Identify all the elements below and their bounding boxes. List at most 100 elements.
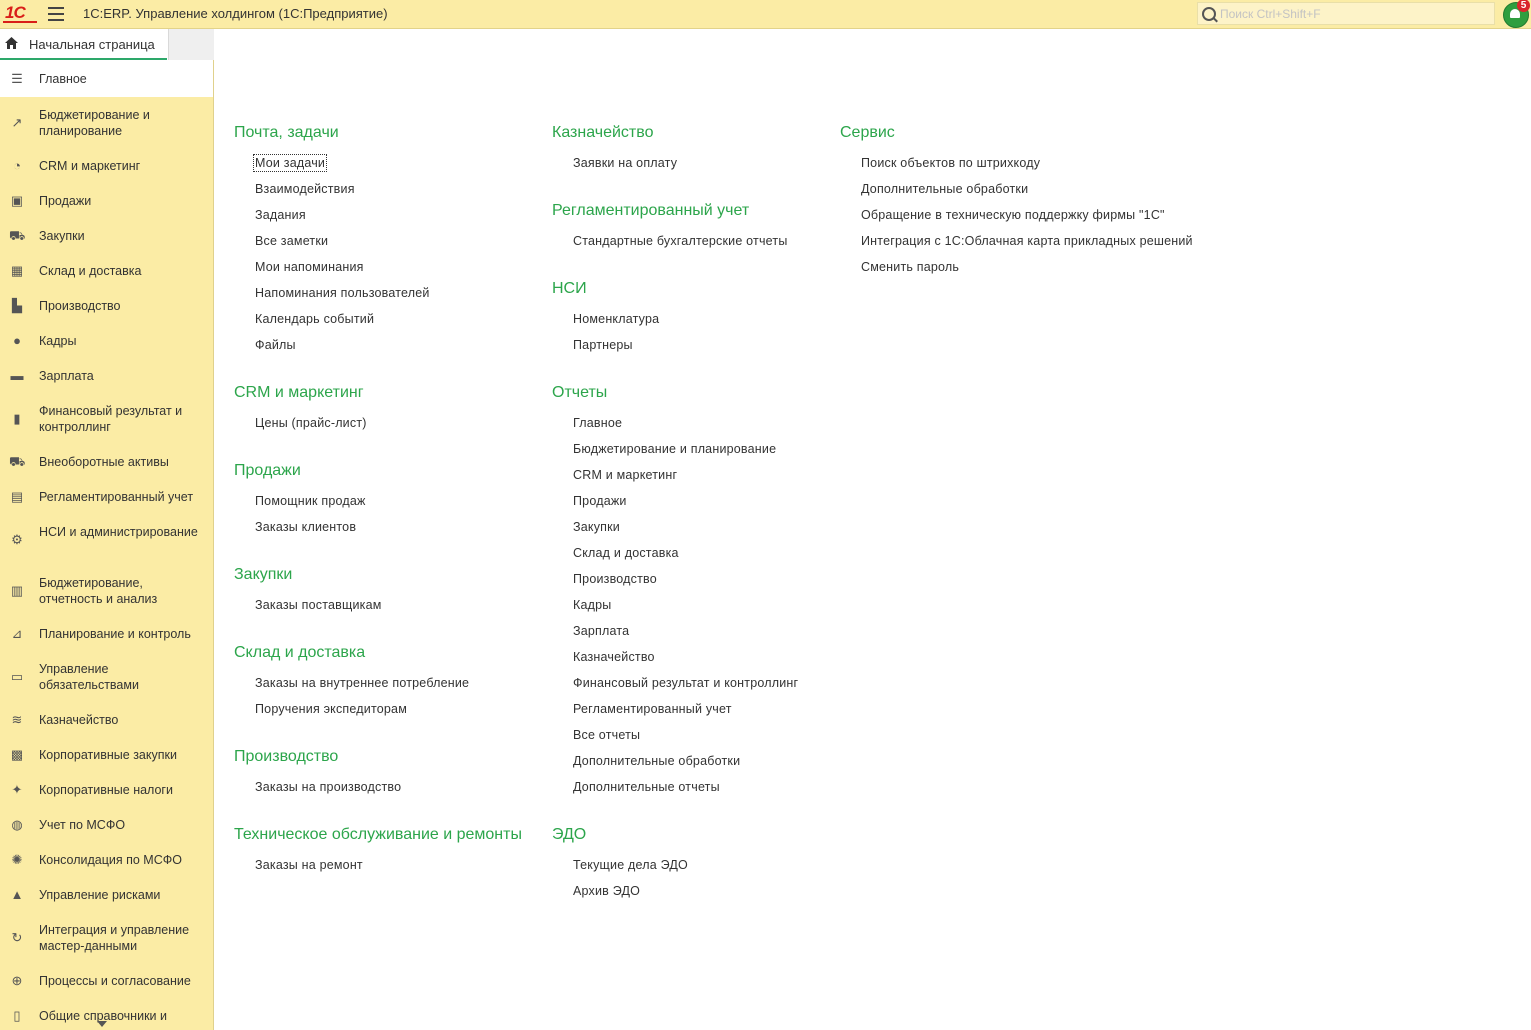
nav-link[interactable]: Казначейство [573, 650, 655, 664]
nav-link[interactable]: Заявки на оплату [573, 156, 677, 170]
nav-link[interactable]: Интеграция с 1С:Облачная карта прикладны… [861, 234, 1193, 248]
nav-link[interactable]: Мои напоминания [255, 260, 364, 274]
sidebar-item[interactable]: ▮ Финансовый результат и контроллинг [0, 393, 213, 444]
nav-link[interactable]: Зарплата [573, 624, 629, 638]
section-title: Производство [234, 748, 339, 765]
nav-link[interactable]: Заказы клиентов [255, 520, 356, 534]
sidebar-item-label: Общие справочники и [39, 1009, 167, 1023]
warehouse-icon: ▦ [10, 263, 24, 278]
nav-link[interactable]: Поиск объектов по штрихкоду [861, 156, 1040, 170]
nav-link[interactable]: Номенклатура [573, 312, 659, 326]
sidebar-scroll-down-icon[interactable] [97, 1021, 107, 1027]
nav-link[interactable]: Партнеры [573, 338, 633, 352]
sidebar-item[interactable]: ▩ Корпоративные закупки [0, 737, 213, 772]
sidebar-item[interactable]: ✺ Консолидация по МСФО [0, 842, 213, 877]
nav-link[interactable]: Все заметки [255, 234, 328, 248]
sidebar-item[interactable]: ⚙ НСИ и администрирование [0, 514, 213, 565]
nav-link[interactable]: Сменить пароль [861, 260, 959, 274]
notifications-button[interactable]: 5 [1503, 0, 1530, 28]
global-search[interactable] [1197, 2, 1495, 25]
section-title: Закупки [234, 566, 293, 583]
gift-icon: ▩ [10, 747, 24, 762]
sidebar-item-label: Консолидация по МСФО [39, 853, 182, 867]
sidebar-item[interactable]: ● Кадры [0, 323, 213, 358]
sidebar-item-label: Внеоборотные активы [39, 455, 169, 469]
nav-link[interactable]: Дополнительные обработки [861, 182, 1028, 196]
nav-link[interactable]: Мои задачи [252, 154, 328, 172]
nav-link[interactable]: CRM и маркетинг [573, 468, 677, 482]
sidebar-item[interactable]: ▥ Бюджетирование, отчетность и анализ [0, 565, 213, 616]
nav-link[interactable]: Закупки [573, 520, 620, 534]
sidebar-item[interactable]: ▙ Производство [0, 288, 213, 323]
sidebar-item-label: Кадры [39, 334, 77, 348]
nav-link[interactable]: Взаимодействия [255, 182, 355, 196]
nav-link[interactable]: Продажи [573, 494, 627, 508]
nav-link[interactable]: Все отчеты [573, 728, 640, 742]
nav-link[interactable]: Главное [573, 416, 622, 430]
app-title: 1С:ERP. Управление холдингом (1С:Предпри… [83, 6, 388, 21]
nav-link[interactable]: Обращение в техническую поддержку фирмы … [861, 208, 1165, 222]
main-menu-icon[interactable] [48, 7, 64, 21]
search-icon [1202, 7, 1216, 21]
nav-link[interactable]: Регламентированный учет [573, 702, 732, 716]
nav-link[interactable]: Стандартные бухгалтерские отчеты [573, 234, 788, 248]
nav-link[interactable]: Склад и доставка [573, 546, 679, 560]
nav-link[interactable]: Текущие дела ЭДО [573, 858, 688, 872]
sidebar-item[interactable]: ☰ Главное [0, 60, 213, 97]
nav-link[interactable]: Напоминания пользователей [255, 286, 430, 300]
sidebar-item[interactable]: ⛟ Внеоборотные активы [0, 444, 213, 479]
nav-link[interactable]: Цены (прайс-лист) [255, 416, 367, 430]
section-title: Сервис [840, 124, 895, 141]
sidebar-item[interactable]: ↻ Интеграция и управление мастер-данными [0, 912, 213, 963]
section-title: Почта, задачи [234, 124, 339, 141]
sidebar-item-label: Финансовый результат и контроллинг [39, 404, 183, 434]
sidebar-item-label: Бюджетирование, отчетность и анализ [39, 576, 158, 606]
bag-icon: ▣ [10, 193, 24, 208]
sidebar-item[interactable]: ▦ Склад и доставка [0, 253, 213, 288]
nav-link[interactable]: Финансовый результат и контроллинг [573, 676, 798, 690]
tab-home[interactable]: Начальная страница [0, 29, 167, 60]
sidebar-item[interactable]: ▭ Управление обязательствами [0, 651, 213, 702]
globe-icon: ◍ [11, 817, 23, 832]
sidebar-item[interactable]: ↗ Бюджетирование и планирование [0, 97, 213, 148]
sidebar-item[interactable]: ✦ Корпоративные налоги [0, 772, 213, 807]
sidebar-item[interactable]: ⊿ Планирование и контроль [0, 616, 213, 651]
sidebar-item[interactable]: ◍ Учет по МСФО [0, 807, 213, 842]
section-title: Регламентированный учет [552, 202, 750, 219]
sidebar-item-label: Корпоративные закупки [39, 748, 177, 762]
sections-panel: ☰ Главное ↗ Бюджетирование и планирование ◔ C… [0, 60, 214, 1030]
section-title: Казначейство [552, 124, 654, 141]
nav-link[interactable]: Бюджетирование и планирование [573, 442, 776, 456]
nav-link[interactable]: Заказы поставщикам [255, 598, 382, 612]
sidebar-item[interactable]: ⛟ Закупки [0, 218, 213, 253]
sidebar-item[interactable]: ▤ Регламентированный учет [0, 479, 213, 514]
nav-link[interactable]: Производство [573, 572, 657, 586]
sidebar-item[interactable]: ≋ Казначейство [0, 702, 213, 737]
search-input[interactable] [1220, 5, 1490, 22]
sidebar-item-label: Казначейство [39, 713, 119, 727]
sidebar-item[interactable]: ▣ Продажи [0, 183, 213, 218]
open-tabs-bar: Начальная страница [0, 29, 214, 60]
section-title: ЭДО [552, 826, 587, 843]
nav-link[interactable]: Дополнительные отчеты [573, 780, 720, 794]
nav-link[interactable]: Архив ЭДО [573, 884, 640, 898]
nav-link[interactable]: Заказы на производство [255, 780, 401, 794]
nav-link[interactable]: Кадры [573, 598, 611, 612]
sidebar-item[interactable]: ⊕ Процессы и согласование [0, 963, 213, 998]
cart-icon: ⛟ [9, 228, 26, 243]
factory-icon: ▙ [12, 298, 22, 313]
sidebar-item[interactable]: ▬ Зарплата [0, 358, 213, 393]
nav-link[interactable]: Помощник продаж [255, 494, 366, 508]
sidebar-item[interactable]: ◔ CRM и маркетинг [0, 148, 213, 183]
nav-link[interactable]: Поручения экспедиторам [255, 702, 407, 716]
nav-link[interactable]: Дополнительные обработки [573, 754, 740, 768]
nav-link[interactable]: Задания [255, 208, 306, 222]
nav-link[interactable]: Заказы на внутреннее потребление [255, 676, 469, 690]
nav-link[interactable]: Календарь событий [255, 312, 374, 326]
menu-lines-icon: ☰ [11, 71, 23, 86]
nav-link[interactable]: Файлы [255, 338, 296, 352]
sidebar-item[interactable]: ▲ Управление рисками [0, 877, 213, 912]
emblem-icon: ✦ [11, 782, 23, 797]
pie-chart-icon: ◔ [13, 158, 21, 173]
nav-link[interactable]: Заказы на ремонт [255, 858, 363, 872]
